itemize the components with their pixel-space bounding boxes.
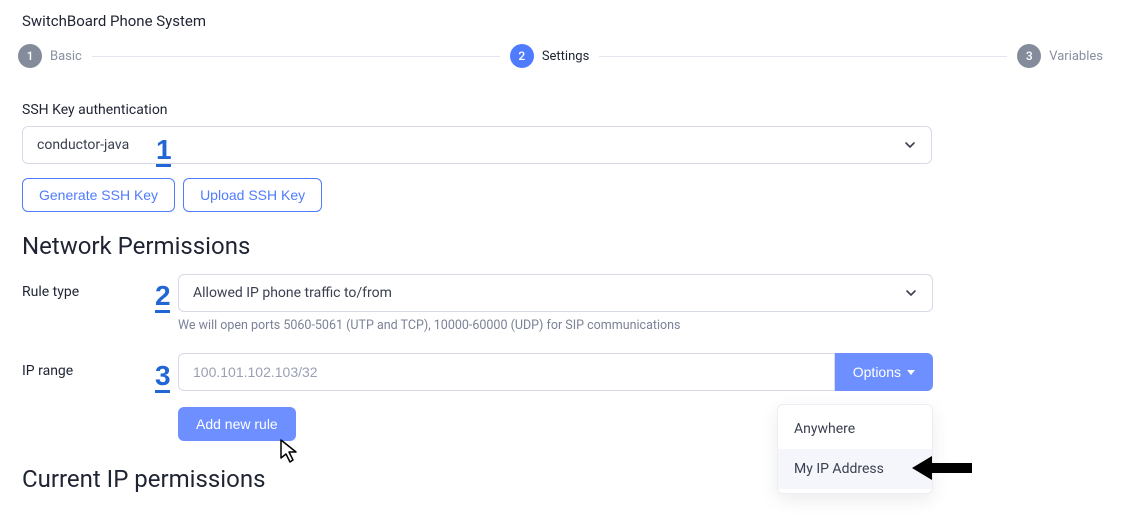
rule-type-value: Allowed IP phone traffic to/from: [193, 285, 392, 301]
options-dropdown-menu: Anywhere My IP Address: [777, 404, 933, 494]
caret-down-icon: [907, 370, 915, 375]
step-divider: [599, 56, 1007, 57]
annotation-2: 2: [155, 280, 170, 313]
step-divider: [92, 56, 500, 57]
step-label: Settings: [542, 49, 589, 64]
add-new-rule-button[interactable]: Add new rule: [178, 407, 296, 441]
options-item-anywhere[interactable]: Anywhere: [778, 409, 932, 449]
upload-ssh-key-button[interactable]: Upload SSH Key: [183, 178, 322, 212]
page-title: SwitchBoard Phone System: [22, 12, 1103, 30]
options-button-label: Options: [853, 364, 901, 380]
step-variables[interactable]: 3 Variables: [1017, 44, 1103, 68]
ssh-heading: SSH Key authentication: [22, 102, 1103, 118]
annotation-1: 1: [156, 134, 171, 167]
step-number: 3: [1017, 44, 1041, 68]
step-number: 2: [510, 44, 534, 68]
generate-ssh-key-button[interactable]: Generate SSH Key: [22, 178, 175, 212]
step-settings[interactable]: 2 Settings: [510, 44, 589, 68]
ip-range-input[interactable]: [178, 353, 835, 391]
arrow-left-icon: [912, 454, 972, 482]
step-basic[interactable]: 1 Basic: [18, 44, 82, 68]
ip-range-options-button[interactable]: Options: [835, 353, 933, 391]
ssh-key-selected-value: conductor-java: [37, 137, 129, 153]
options-item-my-ip[interactable]: My IP Address: [778, 449, 932, 489]
chevron-down-icon: [904, 286, 918, 300]
step-number: 1: [18, 44, 42, 68]
stepper: 1 Basic 2 Settings 3 Variables: [18, 44, 1103, 68]
step-label: Variables: [1049, 49, 1103, 64]
cursor-icon: [279, 438, 301, 464]
annotation-3: 3: [155, 360, 170, 393]
chevron-down-icon: [903, 138, 917, 152]
step-label: Basic: [50, 49, 82, 64]
rule-type-select[interactable]: Allowed IP phone traffic to/from: [178, 274, 933, 312]
rule-type-help-text: We will open ports 5060-5061 (UTP and TC…: [178, 318, 1103, 333]
network-permissions-heading: Network Permissions: [22, 232, 1103, 260]
